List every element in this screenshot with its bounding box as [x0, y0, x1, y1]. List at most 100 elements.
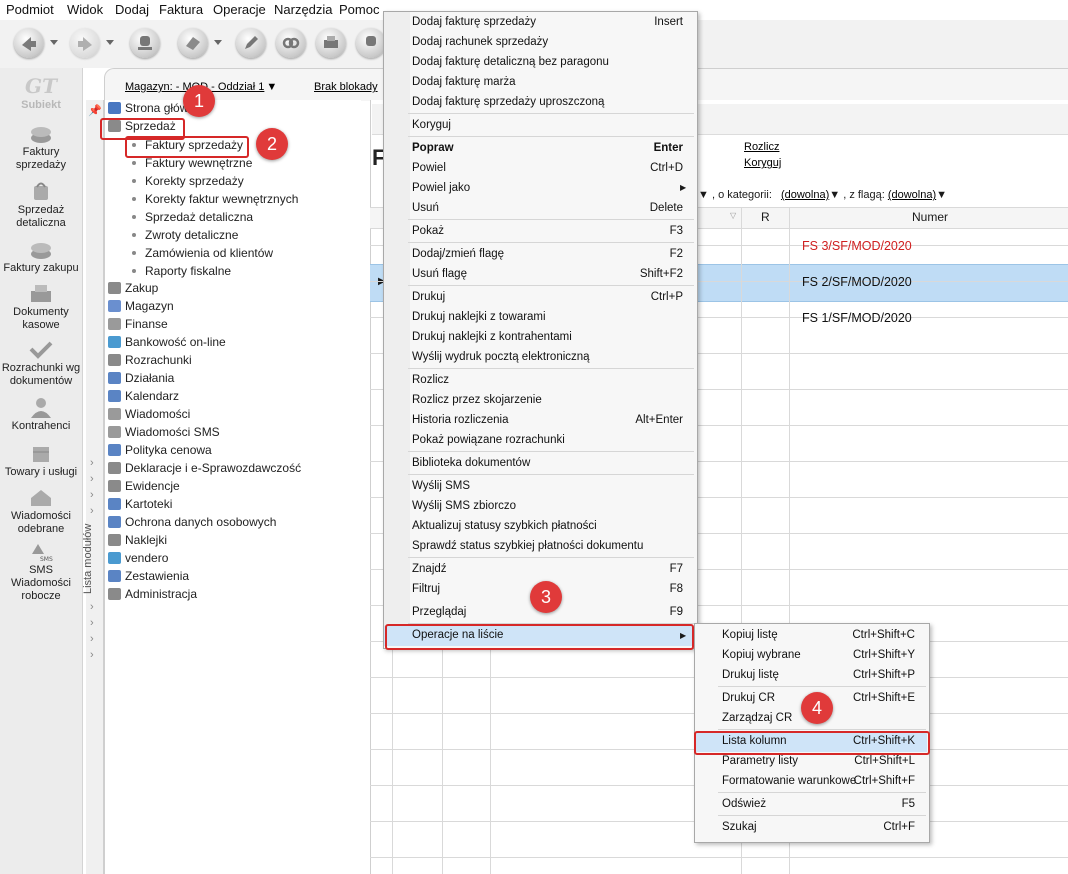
cell-numer[interactable]: FS 2/SF/MOD/2020: [802, 275, 912, 289]
context-menu-item[interactable]: Usuń flagę Shift+F2: [384, 265, 695, 285]
context-menu-item[interactable]: Pokaż powiązane rozrachunki: [384, 431, 695, 451]
pin-icon[interactable]: 📌: [88, 104, 102, 117]
tree-item[interactable]: Administracja: [108, 587, 197, 605]
blokady-link[interactable]: Brak blokady: [314, 81, 378, 93]
strip-rozrachunki[interactable]: Rozrachunki wg dokumentów: [0, 338, 82, 388]
submenu-item[interactable]: Kopiuj wybrane Ctrl+Shift+Y: [695, 646, 927, 666]
context-menu-item[interactable]: Historia rozliczenia Alt+Enter: [384, 411, 695, 431]
strip-sms-robocze[interactable]: SMS SMS Wiadomości robocze: [0, 540, 82, 603]
cell-numer[interactable]: FS 1/SF/MOD/2020: [802, 311, 912, 325]
chevron-down-icon[interactable]: [50, 40, 58, 45]
tool-stamp2-icon[interactable]: [356, 28, 386, 58]
context-menu-item[interactable]: Wyślij SMS zbiorczo: [384, 497, 695, 517]
tool-eraser-icon[interactable]: [178, 28, 208, 58]
context-menu-item[interactable]: Drukuj naklejki z kontrahentami: [384, 328, 695, 348]
tree-item[interactable]: Polityka cenowa: [108, 443, 212, 461]
menu-podmiot[interactable]: Podmiot: [6, 2, 54, 17]
context-menu-item[interactable]: Rozlicz przez skojarzenie: [384, 391, 695, 411]
tree-item[interactable]: Kalendarz: [108, 389, 179, 407]
tree-item[interactable]: Bankowość on-line: [108, 335, 226, 353]
menu-faktura[interactable]: Faktura: [159, 2, 203, 17]
submenu-item[interactable]: Parametry listy Ctrl+Shift+L: [695, 752, 927, 772]
strip-wiadomosci-odebrane[interactable]: Wiadomości odebrane: [0, 486, 82, 536]
context-menu-item[interactable]: Biblioteka dokumentów: [384, 454, 695, 474]
tree-item[interactable]: Naklejki: [108, 533, 167, 551]
context-menu-item[interactable]: Dodaj fakturę sprzedaży Insert: [384, 13, 695, 33]
tree-item[interactable]: Rozrachunki: [108, 353, 192, 371]
submenu-item[interactable]: Odśwież F5: [695, 795, 927, 815]
chevron-down-icon[interactable]: [106, 40, 114, 45]
subtree-item[interactable]: Sprzedaż detaliczna: [132, 210, 253, 224]
context-menu-item[interactable]: Usuń Delete: [384, 199, 695, 219]
context-menu-item[interactable]: Rozlicz: [384, 371, 695, 391]
context-menu-item[interactable]: Powiel jako: [384, 179, 695, 199]
tree-item[interactable]: vendero: [108, 551, 168, 569]
menu-dodaj[interactable]: Dodaj: [115, 2, 149, 17]
context-menu-item[interactable]: Powiel Ctrl+D: [384, 159, 695, 179]
context-menu-item[interactable]: Znajdź F7: [384, 560, 695, 580]
tree-item[interactable]: Ochrona danych osobowych: [108, 515, 276, 533]
tree-item[interactable]: Deklaracje i e-Sprawozdawczość: [108, 461, 301, 479]
tool-forward-icon[interactable]: [70, 28, 100, 58]
tree-item[interactable]: Zakup: [108, 281, 158, 299]
strip-sprzedaz-detaliczna[interactable]: Sprzedaż detaliczna: [0, 180, 82, 230]
menu-narzedzia[interactable]: Narzędzia: [274, 2, 333, 17]
context-menu-item[interactable]: Pokaż F3: [384, 222, 695, 242]
context-menu-item[interactable]: Aktualizuj statusy szybkich płatności: [384, 517, 695, 537]
context-menu-item[interactable]: Dodaj/zmień flagę F2: [384, 245, 695, 265]
tree-item[interactable]: Wiadomości: [108, 407, 190, 425]
subtree-item[interactable]: Zamówienia od klientów: [132, 246, 273, 260]
context-menu-item[interactable]: Koryguj: [384, 116, 695, 136]
tree-item[interactable]: Działania: [108, 371, 174, 389]
module-list-sidebar[interactable]: [86, 100, 104, 874]
tool-link-icon[interactable]: [276, 28, 306, 58]
context-menu-item[interactable]: Drukuj Ctrl+P: [384, 288, 695, 308]
cell-numer[interactable]: FS 3/SF/MOD/2020: [802, 239, 912, 253]
subtree-item[interactable]: Faktury wewnętrzne: [132, 156, 252, 170]
tool-edit-icon[interactable]: [236, 28, 266, 58]
filter-kategorii-value[interactable]: (dowolna): [781, 189, 829, 201]
tree-item[interactable]: Kartoteki: [108, 497, 172, 515]
filter-flaga-value[interactable]: (dowolna): [888, 189, 936, 201]
strip-kontrahenci[interactable]: Kontrahenci: [0, 396, 82, 433]
tree-item[interactable]: Ewidencje: [108, 479, 180, 497]
subtree-item[interactable]: Raporty fiskalne: [132, 264, 231, 278]
context-menu-item[interactable]: Dodaj fakturę sprzedaży uproszczoną: [384, 93, 695, 113]
strip-faktury-sprzedazy[interactable]: Faktury sprzedaży: [0, 122, 82, 172]
chevron-down-icon[interactable]: [214, 40, 222, 45]
chevron-down-icon[interactable]: ▼: [936, 189, 947, 201]
submenu-item[interactable]: Formatowanie warunkowe Ctrl+Shift+F: [695, 772, 927, 792]
tool-printer-icon[interactable]: [316, 28, 346, 58]
context-menu-item[interactable]: Wyślij SMS: [384, 477, 695, 497]
submenu-item[interactable]: Kopiuj listę Ctrl+Shift+C: [695, 626, 927, 646]
context-menu-item[interactable]: Dodaj fakturę detaliczną bez paragonu: [384, 53, 695, 73]
tree-item[interactable]: Magazyn: [108, 299, 174, 317]
context-menu-item[interactable]: Popraw Enter: [384, 139, 695, 159]
context-menu-item[interactable]: Dodaj fakturę marża: [384, 73, 695, 93]
menu-operacje[interactable]: Operacje: [213, 2, 266, 17]
chevron-down-icon[interactable]: ▼: [829, 189, 840, 201]
tool-arrow-icon[interactable]: [14, 28, 44, 58]
submenu-item[interactable]: Drukuj listę Ctrl+Shift+P: [695, 666, 927, 686]
strip-towary-uslugi[interactable]: Towary i usługi: [0, 442, 82, 479]
strip-dokumenty-kasowe[interactable]: Dokumenty kasowe: [0, 282, 82, 332]
sort-indicator-icon[interactable]: ▽: [730, 211, 736, 220]
koryguj-link[interactable]: Koryguj: [744, 157, 781, 169]
tree-item[interactable]: Finanse: [108, 317, 168, 335]
subtree-item[interactable]: Zwroty detaliczne: [132, 228, 238, 242]
menu-pomoc[interactable]: Pomoc: [339, 2, 379, 17]
tree-item[interactable]: Zestawienia: [108, 569, 189, 587]
rozlicz-link[interactable]: Rozlicz: [744, 141, 779, 153]
tree-item[interactable]: Wiadomości SMS: [108, 425, 220, 443]
tool-stamp-icon[interactable]: [130, 28, 160, 58]
context-menu-item[interactable]: Dodaj rachunek sprzedaży: [384, 33, 695, 53]
strip-faktury-zakupu[interactable]: Faktury zakupu: [0, 238, 82, 275]
menu-widok[interactable]: Widok: [67, 2, 103, 17]
context-menu-item[interactable]: Sprawdź status szybkiej płatności dokume…: [384, 537, 695, 557]
filter-chevron-icon[interactable]: ▼: [698, 189, 709, 201]
context-menu-item[interactable]: Wyślij wydruk pocztą elektroniczną: [384, 348, 695, 368]
column-header-r[interactable]: R: [761, 210, 770, 224]
subtree-item[interactable]: Korekty sprzedaży: [132, 174, 244, 188]
context-menu-item[interactable]: Drukuj naklejki z towarami: [384, 308, 695, 328]
sidebar-scroll-arrows[interactable]: › › › › › › › ›: [90, 455, 94, 663]
